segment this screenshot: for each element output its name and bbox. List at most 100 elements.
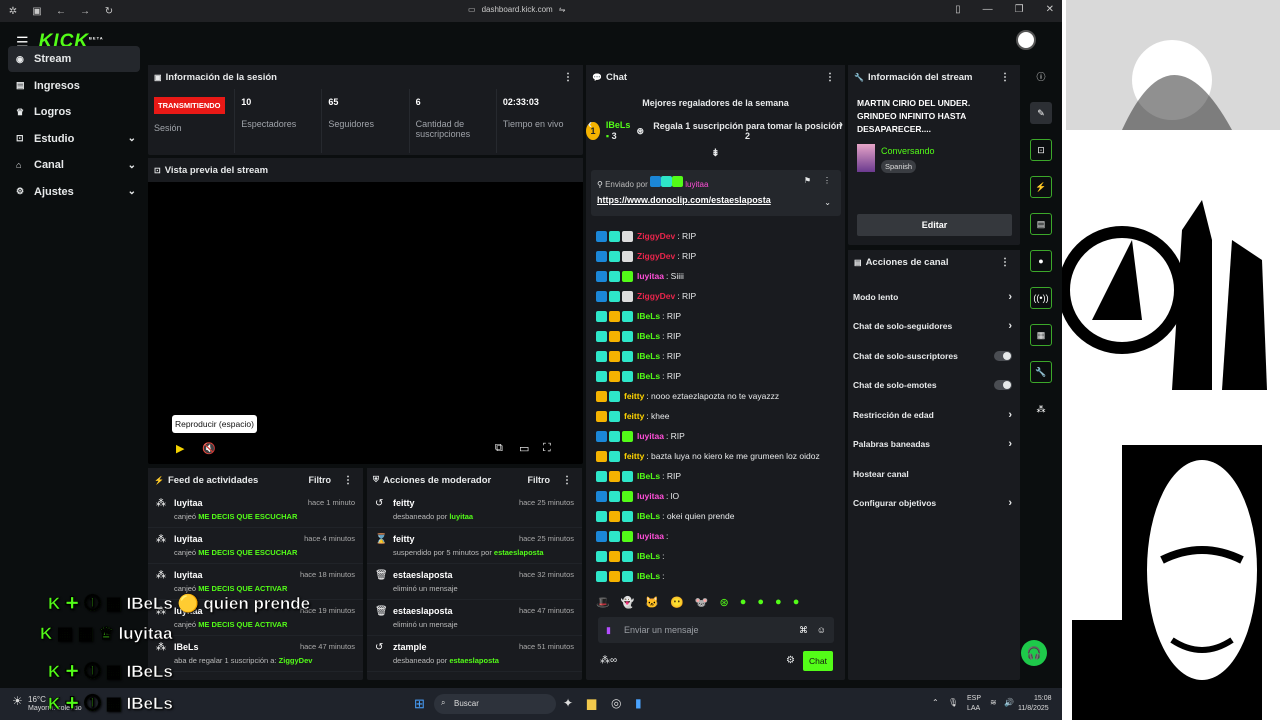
chat-username[interactable]: luyitaa (637, 491, 664, 501)
collapse-icon[interactable]: ⇟ (586, 148, 845, 159)
emote-icon[interactable]: 👻 (621, 596, 635, 609)
more-options-icon[interactable]: ⋮ (562, 475, 572, 486)
taskbar-search[interactable]: Buscar (434, 694, 556, 714)
row-user[interactable]: ztample (393, 642, 499, 652)
more-options-icon[interactable]: ⋮ (825, 72, 835, 83)
chevron-left-icon[interactable]: ‹ (588, 117, 592, 131)
emote-icon[interactable]: ● (740, 596, 747, 609)
document-icon[interactable]: ▤ (1030, 213, 1052, 235)
bolt-icon[interactable]: ⚡ (1030, 176, 1052, 198)
chat-username[interactable]: ZiggyDev (637, 291, 675, 301)
sidebar-item-logros[interactable]: ♛ Logros (8, 99, 140, 125)
chat-icon[interactable]: ● (1030, 250, 1052, 272)
mic-icon[interactable]: 🎙 (948, 698, 958, 707)
wifi-icon[interactable]: ≋ (990, 698, 997, 707)
more-options-icon[interactable]: ⋮ (343, 475, 353, 486)
extensions-icon[interactable]: ✲ (8, 6, 18, 17)
filter-button[interactable]: Filtro (528, 475, 551, 485)
more-options-icon[interactable]: ⋮ (563, 72, 573, 83)
address-bar[interactable]: ▭ dashboard.kick.com ⇋ (468, 5, 565, 14)
chat-username[interactable]: feitty (624, 391, 644, 401)
more-options-icon[interactable]: ⋮ (823, 176, 831, 185)
sidebar-item-ingresos[interactable]: ▤ Ingresos (8, 73, 140, 99)
chat-username[interactable]: luyitaa (637, 271, 664, 281)
emoji-icon[interactable]: ☺ (817, 625, 826, 635)
emote-icon[interactable]: ● (793, 596, 800, 609)
chat-username[interactable]: IBeLs (637, 331, 660, 341)
sidebar-item-ajustes[interactable]: ⚙ Ajustes ⌄ (8, 179, 140, 205)
play-icon[interactable]: ▶ (176, 442, 184, 455)
pencil-icon[interactable]: ✎ (1030, 102, 1052, 124)
reload-icon[interactable]: ↻ (104, 6, 114, 17)
emote-icon[interactable]: 🐭 (695, 596, 709, 609)
weather-icon[interactable]: ☀ (12, 694, 23, 708)
chat-username[interactable]: ZiggyDev (637, 231, 675, 241)
chevron-down-icon[interactable]: ⌄ (824, 198, 831, 207)
pip-icon[interactable]: ⧉ (495, 442, 503, 455)
emote-icon[interactable]: 🎩 (596, 596, 610, 609)
mute-icon[interactable]: 🔇 (202, 442, 216, 455)
chat-username[interactable]: luyitaa (637, 531, 664, 541)
translate-icon[interactable]: ⌘ (799, 625, 808, 636)
emote-icon[interactable]: ● (775, 596, 782, 609)
toggle-switch[interactable] (994, 380, 1012, 391)
category-name[interactable]: Conversando (881, 146, 935, 156)
row-user[interactable]: luyitaa (174, 570, 287, 580)
row-user[interactable]: luyitaa (174, 534, 297, 544)
emote-icon[interactable]: ● (757, 596, 764, 609)
avatar[interactable] (1016, 30, 1036, 50)
channel-action-row[interactable]: Restricción de edad › (848, 400, 1020, 430)
chat-input[interactable]: ▮ Enviar un mensaje ⌘ ☺ (598, 617, 834, 643)
chevron-up-icon[interactable]: ⌃ (932, 698, 939, 707)
chat-username[interactable]: ZiggyDev (637, 251, 675, 261)
channel-action-row[interactable]: Hostear canal (848, 459, 1020, 489)
channel-action-row[interactable]: Chat de solo-suscriptores (848, 341, 1020, 371)
sidebar-icon[interactable]: ▣ (32, 6, 42, 17)
layout-icon[interactable]: ▦ (1030, 324, 1052, 346)
gift-cta[interactable]: Regala 1 suscripción para tomar la posic… (650, 121, 845, 141)
channel-action-row[interactable]: Palabras baneadas › (848, 430, 1020, 460)
channel-action-row[interactable]: Configurar objetivos › (848, 489, 1020, 519)
emote-icon[interactable]: ⊛ (720, 596, 729, 609)
chat-username[interactable]: feitty (624, 411, 644, 421)
points-icon[interactable]: ⁂ (1030, 398, 1052, 420)
sidebar-item-stream[interactable]: ◉ Stream (8, 46, 140, 72)
browser-icon[interactable]: ◎ (611, 696, 621, 710)
row-user[interactable]: IBeLs (174, 642, 312, 652)
channel-action-row[interactable]: Chat de solo-seguidores › (848, 312, 1020, 342)
mod-view-icon[interactable]: ⊡ (1030, 139, 1052, 161)
chat-username[interactable]: IBeLs (637, 551, 660, 561)
more-options-icon[interactable]: ⋮ (1000, 257, 1010, 268)
chat-username[interactable]: IBeLs (637, 351, 660, 361)
sidebar-item-estudio[interactable]: ⊡ Estudio ⌄ (8, 126, 140, 152)
chat-username[interactable]: luyitaa (637, 431, 664, 441)
edit-button[interactable]: Editar (857, 214, 1012, 236)
filter-button[interactable]: Filtro (309, 475, 332, 485)
pinned-user[interactable]: luyitaa (685, 180, 708, 189)
points-icon[interactable]: ⁂∞ (600, 655, 617, 666)
chat-username[interactable]: IBeLs (637, 471, 660, 481)
pinned-link[interactable]: https://www.donoclip.com/estaeslaposta (597, 195, 835, 205)
more-options-icon[interactable]: ⋮ (1000, 72, 1010, 83)
chat-settings-icon[interactable]: ⚙ (786, 655, 795, 666)
channel-action-row[interactable]: Chat de solo-emotes (848, 371, 1020, 401)
emote-icon[interactable]: 😶 (670, 596, 684, 609)
row-user[interactable]: estaeslaposta (393, 606, 458, 616)
chat-username[interactable]: IBeLs (637, 511, 660, 521)
channel-action-row[interactable]: Modo lento › (848, 282, 1020, 312)
row-user[interactable]: estaeslaposta (393, 570, 458, 580)
row-user[interactable]: feitty (393, 498, 473, 508)
help-button[interactable]: 🎧 (1021, 640, 1047, 666)
chat-username[interactable]: IBeLs (637, 371, 660, 381)
minimize-icon[interactable]: — (983, 4, 993, 15)
site-info-icon[interactable]: ▭ (468, 5, 476, 14)
back-icon[interactable]: ← (56, 6, 66, 17)
broadcast-icon[interactable]: ((•)) (1030, 287, 1052, 309)
split-view-icon[interactable]: ▯ (955, 4, 961, 15)
windows-start-icon[interactable]: ⊞ (414, 696, 425, 712)
tab-settings-icon[interactable]: ⇋ (559, 5, 566, 14)
chat-username[interactable]: feitty (624, 451, 644, 461)
chat-username[interactable]: IBeLs (637, 571, 660, 581)
unpin-icon[interactable]: ⚑ (804, 176, 811, 185)
chat-username[interactable]: IBeLs (637, 311, 660, 321)
